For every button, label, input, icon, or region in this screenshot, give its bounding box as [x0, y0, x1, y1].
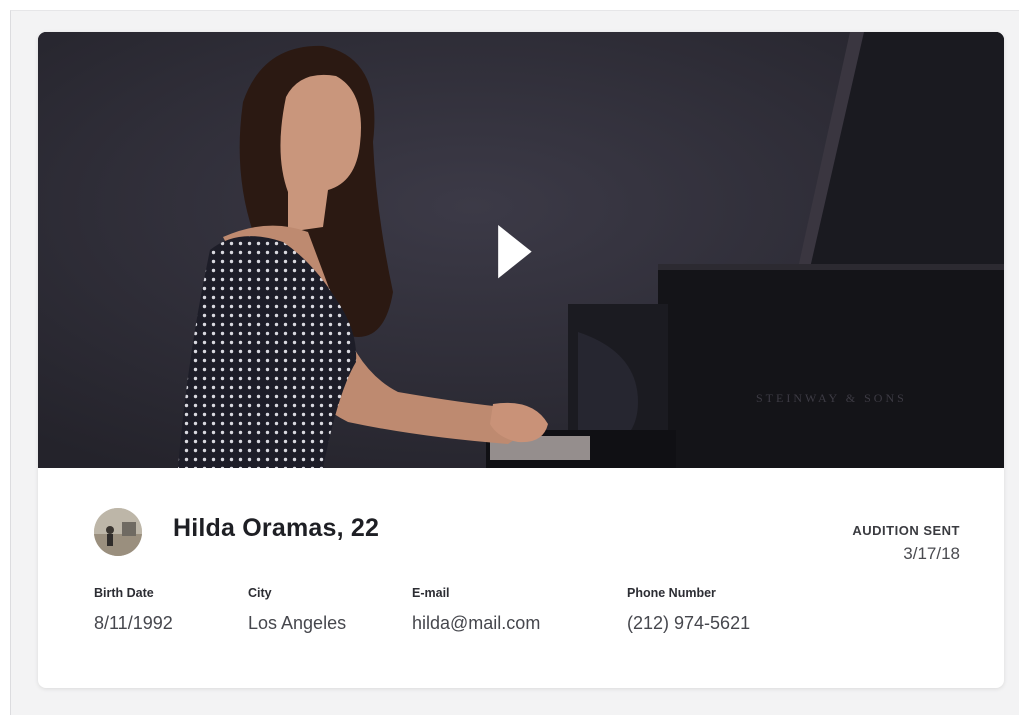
field-value[interactable]: (212) 974-5621 [627, 613, 750, 634]
status-label: AUDITION SENT [852, 523, 960, 538]
play-icon [498, 225, 532, 279]
candidate-name: Hilda Oramas, 22 [173, 514, 380, 542]
field-label: City [248, 586, 272, 600]
video-player[interactable]: STEINWAY & SONS [38, 32, 1004, 468]
field-label: Phone Number [627, 586, 716, 600]
status-date: 3/17/18 [903, 544, 960, 563]
candidate-info: Hilda Oramas, 22 AUDITION SENT 3/17/18 B… [38, 468, 1004, 688]
field-value: Los Angeles [248, 613, 347, 633]
candidate-card: STEINWAY & SONS Hilda Oramas, 22 AUDITIO… [38, 32, 1004, 688]
piano-brand: STEINWAY & SONS [756, 391, 907, 405]
field-email: E-mail hilda@mail.com [412, 586, 540, 634]
avatar-photo [94, 508, 142, 556]
field-value[interactable]: hilda@mail.com [412, 613, 540, 634]
field-birth-date: Birth Date 8/11/1992 [94, 586, 173, 634]
field-phone: Phone Number (212) 974-5621 [627, 586, 750, 634]
play-button[interactable] [478, 210, 564, 296]
field-label: E-mail [412, 586, 450, 600]
avatar[interactable] [94, 508, 142, 556]
field-value: 8/11/1992 [94, 613, 173, 633]
field-label: Birth Date [94, 586, 154, 600]
field-city: City Los Angeles [248, 586, 346, 634]
